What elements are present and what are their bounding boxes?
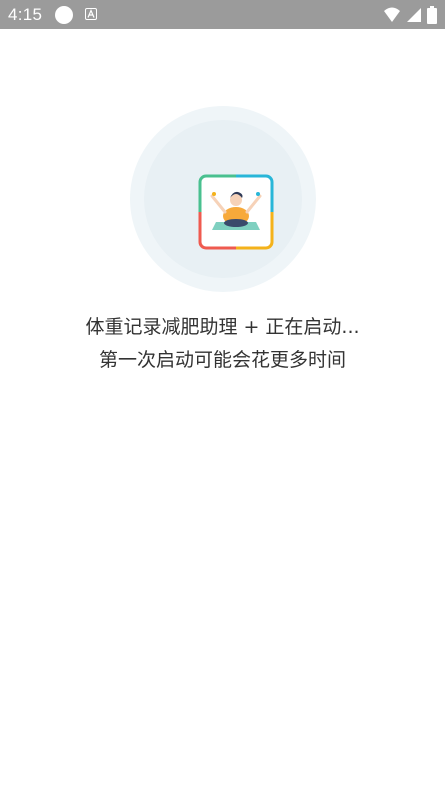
logo-inner-circle: [144, 120, 302, 278]
battery-icon: [427, 6, 437, 24]
logo-outer-circle: [130, 106, 316, 292]
wifi-icon: [384, 7, 400, 22]
status-right-icons: [383, 6, 437, 24]
yoga-app-icon: [198, 174, 274, 250]
status-bar: 4:15: [0, 0, 445, 29]
first-launch-hint: 第一次启动可能会花更多时间: [98, 349, 346, 371]
splash-screen: 体重记录减肥助理 + 正在启动... 第一次启动可能会花更多时间: [0, 29, 445, 792]
circle-notification-icon: [55, 6, 73, 24]
signal-icon: [407, 8, 421, 22]
loading-text: 体重记录减肥助理 + 正在启动...: [85, 316, 360, 338]
a-notification-icon: [85, 8, 97, 20]
status-time: 4:15: [8, 5, 43, 24]
